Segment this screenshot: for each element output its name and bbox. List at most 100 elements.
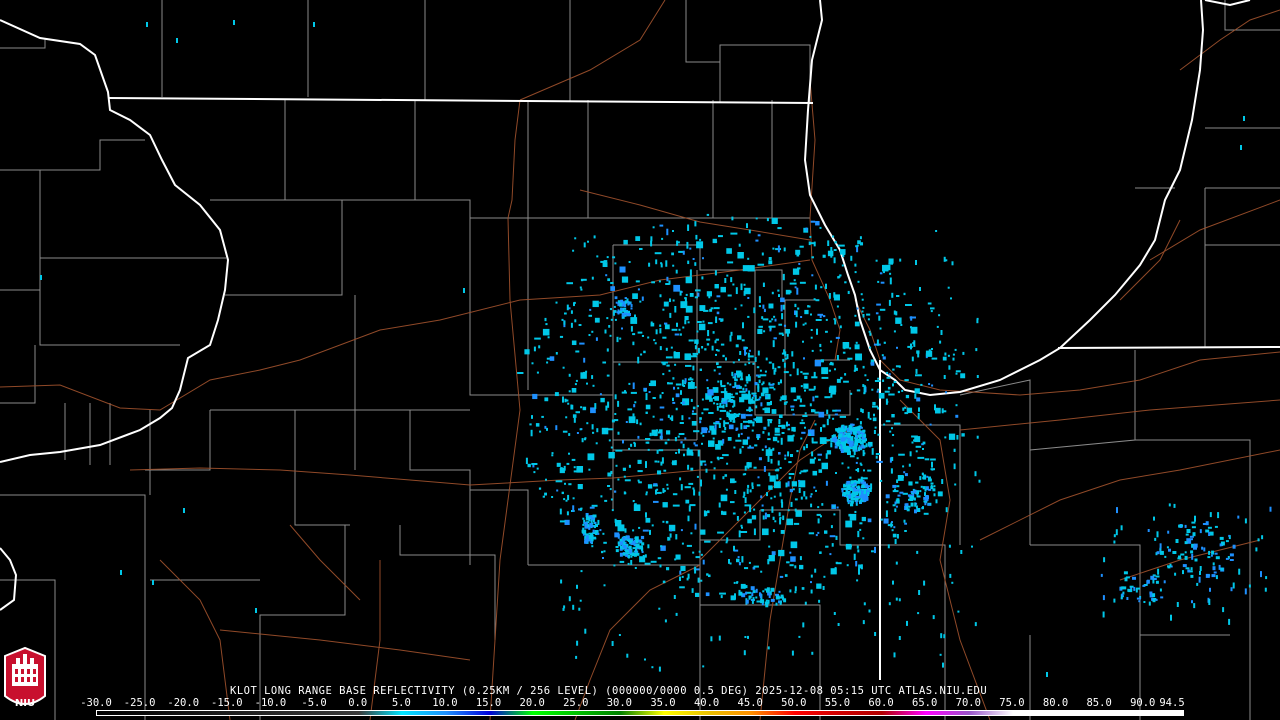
echo-pixel	[879, 272, 883, 275]
echo-pixel	[1237, 515, 1240, 519]
echo-pixel	[831, 362, 834, 366]
echo-pixel	[1128, 589, 1133, 593]
echo-pixel	[1155, 580, 1159, 584]
echo-pixel	[760, 495, 763, 499]
echo-pixel	[694, 386, 697, 389]
echo-pixel	[538, 345, 541, 349]
echo-pixel	[710, 636, 713, 642]
echo-pixel	[738, 591, 743, 596]
echo-pixel	[824, 396, 831, 399]
echo-pixel	[877, 388, 880, 391]
colorbar-tick-label: -25.0	[123, 697, 156, 709]
echo-pixel	[962, 351, 965, 355]
echo-pixel	[930, 458, 936, 461]
echo-pixel	[832, 235, 835, 238]
echo-pixel	[772, 363, 775, 370]
echo-pixel	[664, 322, 668, 325]
echo-pixel	[775, 602, 778, 606]
echo-pixel	[1205, 573, 1210, 578]
echo-pixel	[1232, 582, 1235, 589]
echo-pixel	[762, 431, 765, 434]
echo-pixel	[672, 377, 675, 380]
echo-pixel	[811, 451, 814, 457]
echo-pixel	[656, 488, 659, 491]
echo-pixel	[592, 519, 595, 523]
echo-pixel	[610, 318, 614, 321]
echo-pixel	[930, 484, 933, 487]
echo-pixel	[830, 252, 833, 258]
echo-pixel	[592, 431, 595, 434]
echo-pixel	[778, 452, 781, 455]
echo-pixel	[787, 451, 790, 457]
echo-pixel	[832, 409, 837, 412]
echo-pixel	[713, 402, 716, 405]
echo-pixel	[586, 422, 589, 425]
echo-pixel	[808, 388, 815, 391]
echo-pixel	[757, 350, 760, 356]
echo-pixel	[818, 469, 823, 473]
echo-pixel	[1121, 593, 1124, 597]
echo-pixel	[855, 426, 860, 431]
echo-pixel	[1198, 576, 1201, 583]
echo-pixel	[1113, 540, 1116, 544]
echo-pixel	[699, 417, 702, 420]
echo-pixel	[953, 448, 956, 452]
echo-pixel	[682, 326, 685, 329]
echo-pixel	[575, 379, 578, 382]
echo-pixel	[842, 351, 846, 354]
echo-pixel	[798, 635, 801, 638]
echo-pixel	[913, 489, 917, 494]
echo-pixel	[850, 500, 854, 504]
echo-pixel	[618, 363, 621, 366]
echo-pixel	[814, 395, 819, 398]
colorbar-tick-label: -10.0	[254, 697, 287, 709]
echo-pixel	[915, 450, 918, 453]
echo-pixel	[607, 428, 614, 431]
echo-pixel	[643, 350, 646, 354]
echo-pixel	[735, 287, 738, 295]
echo-pixel	[767, 559, 770, 565]
echo-pixel	[183, 508, 185, 513]
echo-pixel	[832, 417, 835, 420]
echo-pixel	[795, 321, 798, 328]
echo-pixel	[672, 299, 675, 302]
echo-pixel	[768, 555, 775, 562]
echo-pixel	[1229, 559, 1234, 561]
echo-pixel	[680, 390, 682, 395]
echo-pixel	[1225, 557, 1229, 560]
echo-pixel	[855, 469, 858, 471]
echo-pixel	[722, 438, 725, 444]
echo-pixel	[839, 415, 847, 418]
echo-pixel	[634, 314, 636, 319]
echo-pixel	[544, 317, 547, 322]
echo-pixel	[794, 498, 798, 501]
echo-pixel	[533, 471, 536, 474]
echo-pixel	[698, 491, 701, 496]
echo-pixel	[689, 504, 696, 507]
echo-pixel	[687, 321, 690, 324]
echo-pixel	[597, 519, 600, 525]
echo-pixel	[743, 650, 746, 656]
echo-pixel	[618, 634, 621, 636]
echo-pixel	[635, 544, 640, 549]
echo-pixel	[673, 595, 676, 599]
echo-pixel	[691, 421, 697, 426]
echo-pixel	[611, 509, 614, 512]
echo-pixel	[1102, 595, 1105, 601]
echo-pixel	[667, 414, 670, 418]
echo-pixel	[698, 550, 701, 553]
colorbar-tick-label: 15.0	[475, 697, 502, 709]
echo-pixel	[627, 313, 631, 316]
echo-pixel	[921, 472, 924, 475]
echo-pixel	[904, 530, 907, 532]
echo-pixel	[645, 411, 648, 414]
echo-pixel	[856, 457, 859, 460]
echo-pixel	[685, 276, 693, 284]
echo-pixel	[771, 217, 778, 225]
echo-pixel	[853, 553, 856, 560]
echo-pixel	[894, 488, 896, 491]
echo-pixel	[792, 268, 800, 275]
echo-pixel	[738, 358, 740, 361]
echo-pixel	[841, 264, 844, 267]
echo-pixel	[894, 539, 897, 544]
